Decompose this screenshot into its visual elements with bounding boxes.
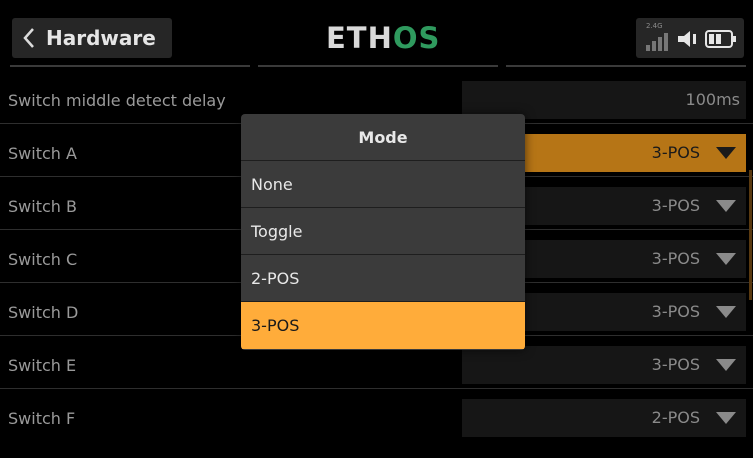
header-divider — [258, 65, 498, 67]
dropdown-arrow-icon — [716, 253, 736, 265]
status-area: 2.4G — [636, 18, 744, 58]
dropdown-arrow-icon — [716, 412, 736, 424]
row-separator — [0, 388, 753, 389]
rf-band-label: 2.4G — [646, 22, 663, 30]
row-label: Switch B — [8, 197, 77, 216]
row-value: 100ms — [685, 90, 740, 109]
row-label: Switch F — [8, 409, 76, 428]
row-label: Switch middle detect delay — [8, 91, 226, 110]
chevron-left-icon — [12, 18, 46, 58]
dropdown-arrow-icon — [716, 147, 736, 159]
option-2-pos[interactable]: 2-POS — [241, 255, 525, 302]
popup-title: Mode — [241, 114, 525, 161]
row-value: 2-POS — [651, 408, 700, 427]
row-value: 3-POS — [651, 143, 700, 162]
ethos-logo: ETH OS — [326, 21, 441, 55]
battery-icon — [705, 30, 736, 48]
speaker-icon — [678, 31, 696, 47]
row-label: Switch C — [8, 250, 78, 269]
row-label: Switch D — [8, 303, 79, 322]
dropdown-field[interactable]: 2-POS — [462, 399, 746, 437]
back-button[interactable]: Hardware — [12, 18, 172, 58]
row-value: 3-POS — [651, 302, 700, 321]
option-3-pos[interactable]: 3-POS — [241, 302, 525, 349]
option-none[interactable]: None — [241, 161, 525, 208]
dropdown-field[interactable]: 3-POS — [462, 346, 746, 384]
dropdown-arrow-icon — [716, 359, 736, 371]
option-toggle[interactable]: Toggle — [241, 208, 525, 255]
header-divider — [10, 65, 250, 67]
dropdown-arrow-icon — [716, 200, 736, 212]
scrollbar[interactable] — [749, 170, 752, 300]
row-label: Switch E — [8, 356, 77, 375]
row-label: Switch A — [8, 144, 77, 163]
setting-row-switch-f[interactable]: Switch F 2-POS — [0, 395, 753, 442]
page-title: Hardware — [46, 26, 156, 50]
header: Hardware ETH OS 2.4G — [0, 0, 753, 62]
row-value: 3-POS — [651, 355, 700, 374]
row-value: 3-POS — [651, 249, 700, 268]
dropdown-arrow-icon — [716, 306, 736, 318]
header-divider — [506, 65, 746, 67]
mode-popup: Mode None Toggle 2-POS 3-POS — [241, 114, 525, 350]
signal-icon — [646, 33, 668, 51]
row-value: 3-POS — [651, 196, 700, 215]
